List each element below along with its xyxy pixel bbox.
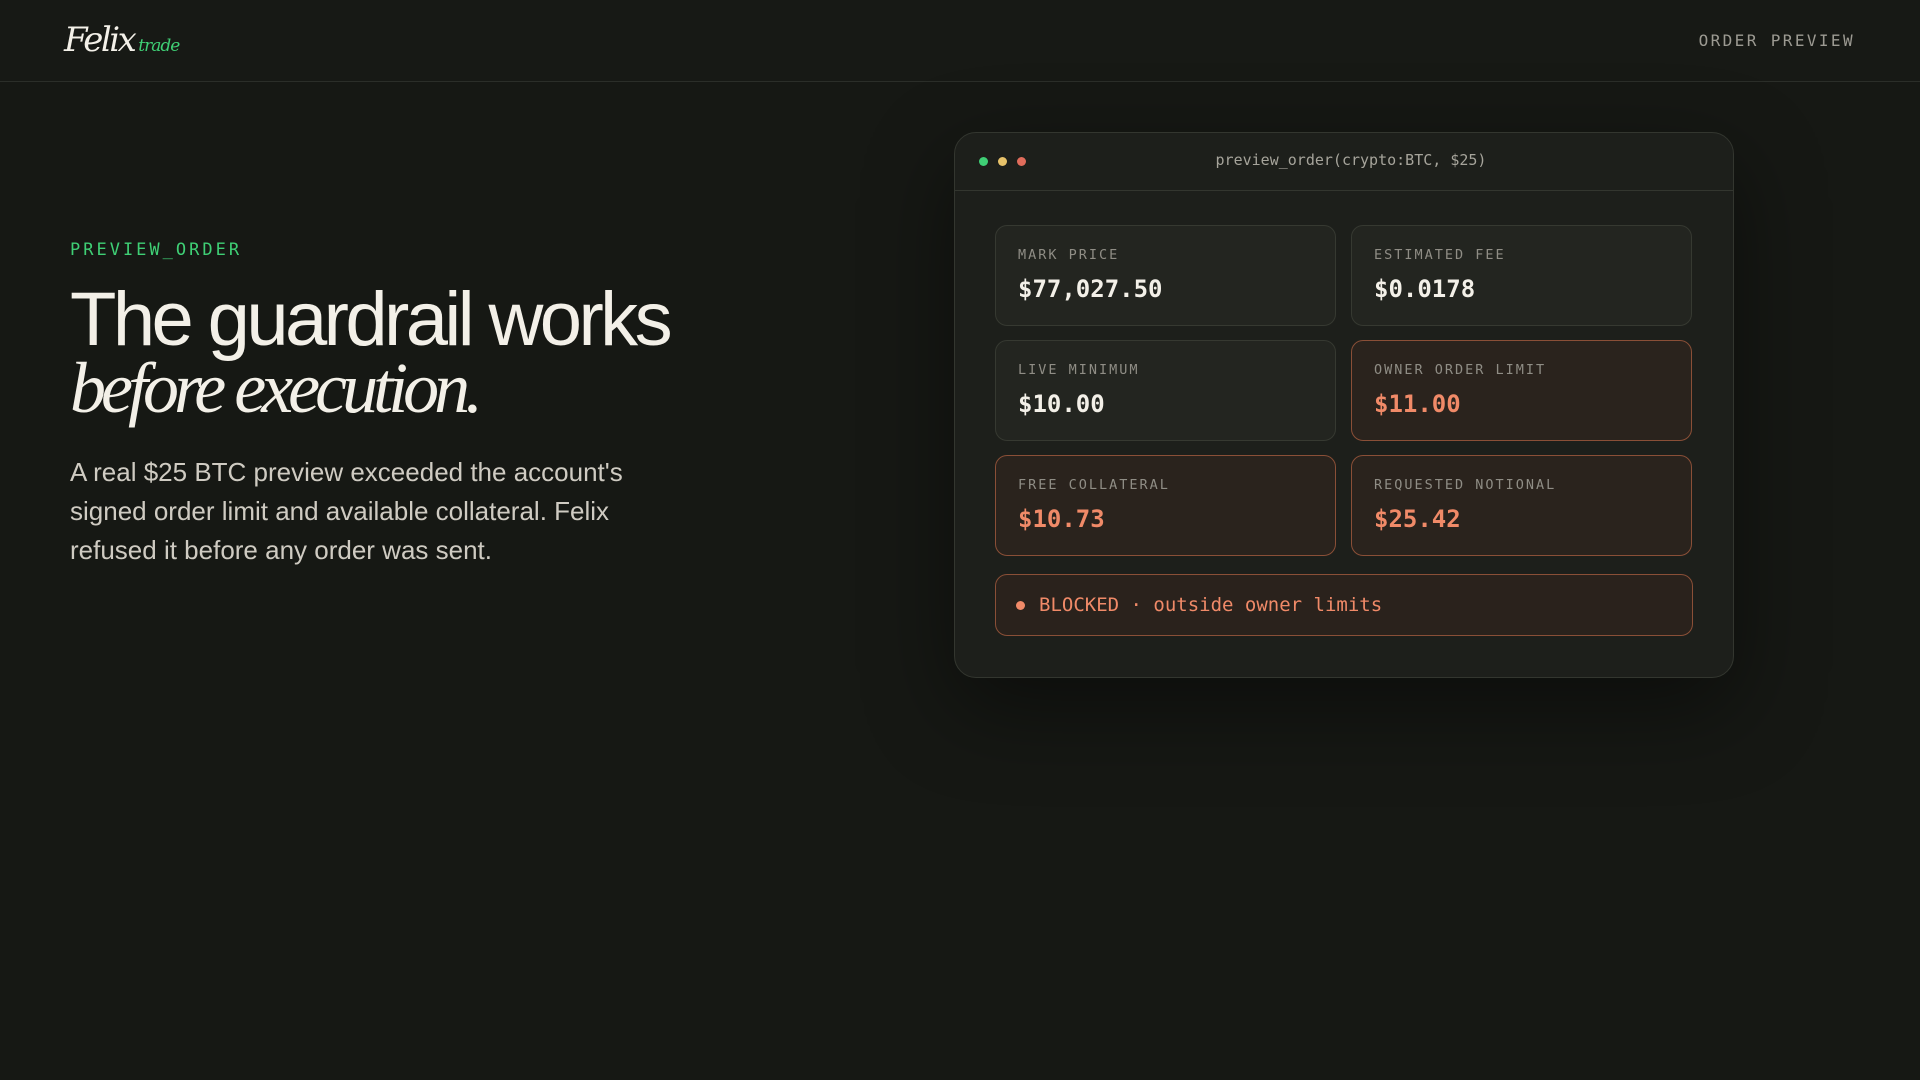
metric-label: MARK PRICE: [1018, 247, 1120, 263]
metric-label: FREE COLLATERAL: [1018, 477, 1170, 493]
metric-value: $11.00: [1374, 390, 1461, 418]
metrics-grid: MARK PRICE $77,027.50 ESTIMATED FEE $0.0…: [995, 225, 1693, 556]
metric-value: $25.42: [1374, 505, 1461, 533]
section-eyebrow: PREVIEW_ORDER: [70, 240, 243, 260]
metric-card-mark-price: MARK PRICE $77,027.50: [995, 225, 1336, 326]
panel-title: preview_order(crypto:BTC, $25): [1215, 151, 1487, 169]
status-dot-icon: [1016, 600, 1025, 610]
felix-logo[interactable]: Felix trade: [64, 20, 180, 60]
hero-description: A real $25 BTC preview exceeded the acco…: [70, 457, 623, 565]
metric-label: REQUESTED NOTIONAL: [1374, 477, 1557, 493]
metric-card-estimated-fee: ESTIMATED FEE $0.0178: [1351, 225, 1692, 326]
metric-card-free-collateral: FREE COLLATERAL $10.73: [995, 455, 1336, 556]
metric-value: $0.0178: [1374, 275, 1476, 303]
metric-value: $77,027.50: [1018, 275, 1163, 303]
metric-label: LIVE MINIMUM: [1018, 362, 1140, 378]
order-preview-nav-label: ORDER PREVIEW: [1698, 31, 1855, 50]
metric-card-requested-notional: REQUESTED NOTIONAL $25.42: [1351, 455, 1692, 556]
page-headline-italic: before execution.: [70, 348, 483, 428]
panel-header: preview_order(crypto:BTC, $25): [955, 133, 1733, 191]
status-text: BLOCKED · outside owner limits: [1039, 594, 1383, 616]
logo-wordmark: Felix: [64, 20, 137, 60]
logo-subtitle: trade: [138, 36, 180, 56]
metric-label: OWNER ORDER LIMIT: [1374, 362, 1547, 378]
metric-value: $10.00: [1018, 390, 1105, 418]
order-preview-panel: preview_order(crypto:BTC, $25) MARK PRIC…: [954, 132, 1734, 678]
metric-label: ESTIMATED FEE: [1374, 247, 1506, 263]
blocked-status-banner: BLOCKED · outside owner limits: [995, 574, 1693, 636]
metric-card-live-minimum: LIVE MINIMUM $10.00: [995, 340, 1336, 441]
metric-card-owner-order-limit: OWNER ORDER LIMIT $11.00: [1351, 340, 1692, 441]
top-bar: Felix trade ORDER PREVIEW: [0, 0, 1920, 82]
metric-value: $10.73: [1018, 505, 1105, 533]
